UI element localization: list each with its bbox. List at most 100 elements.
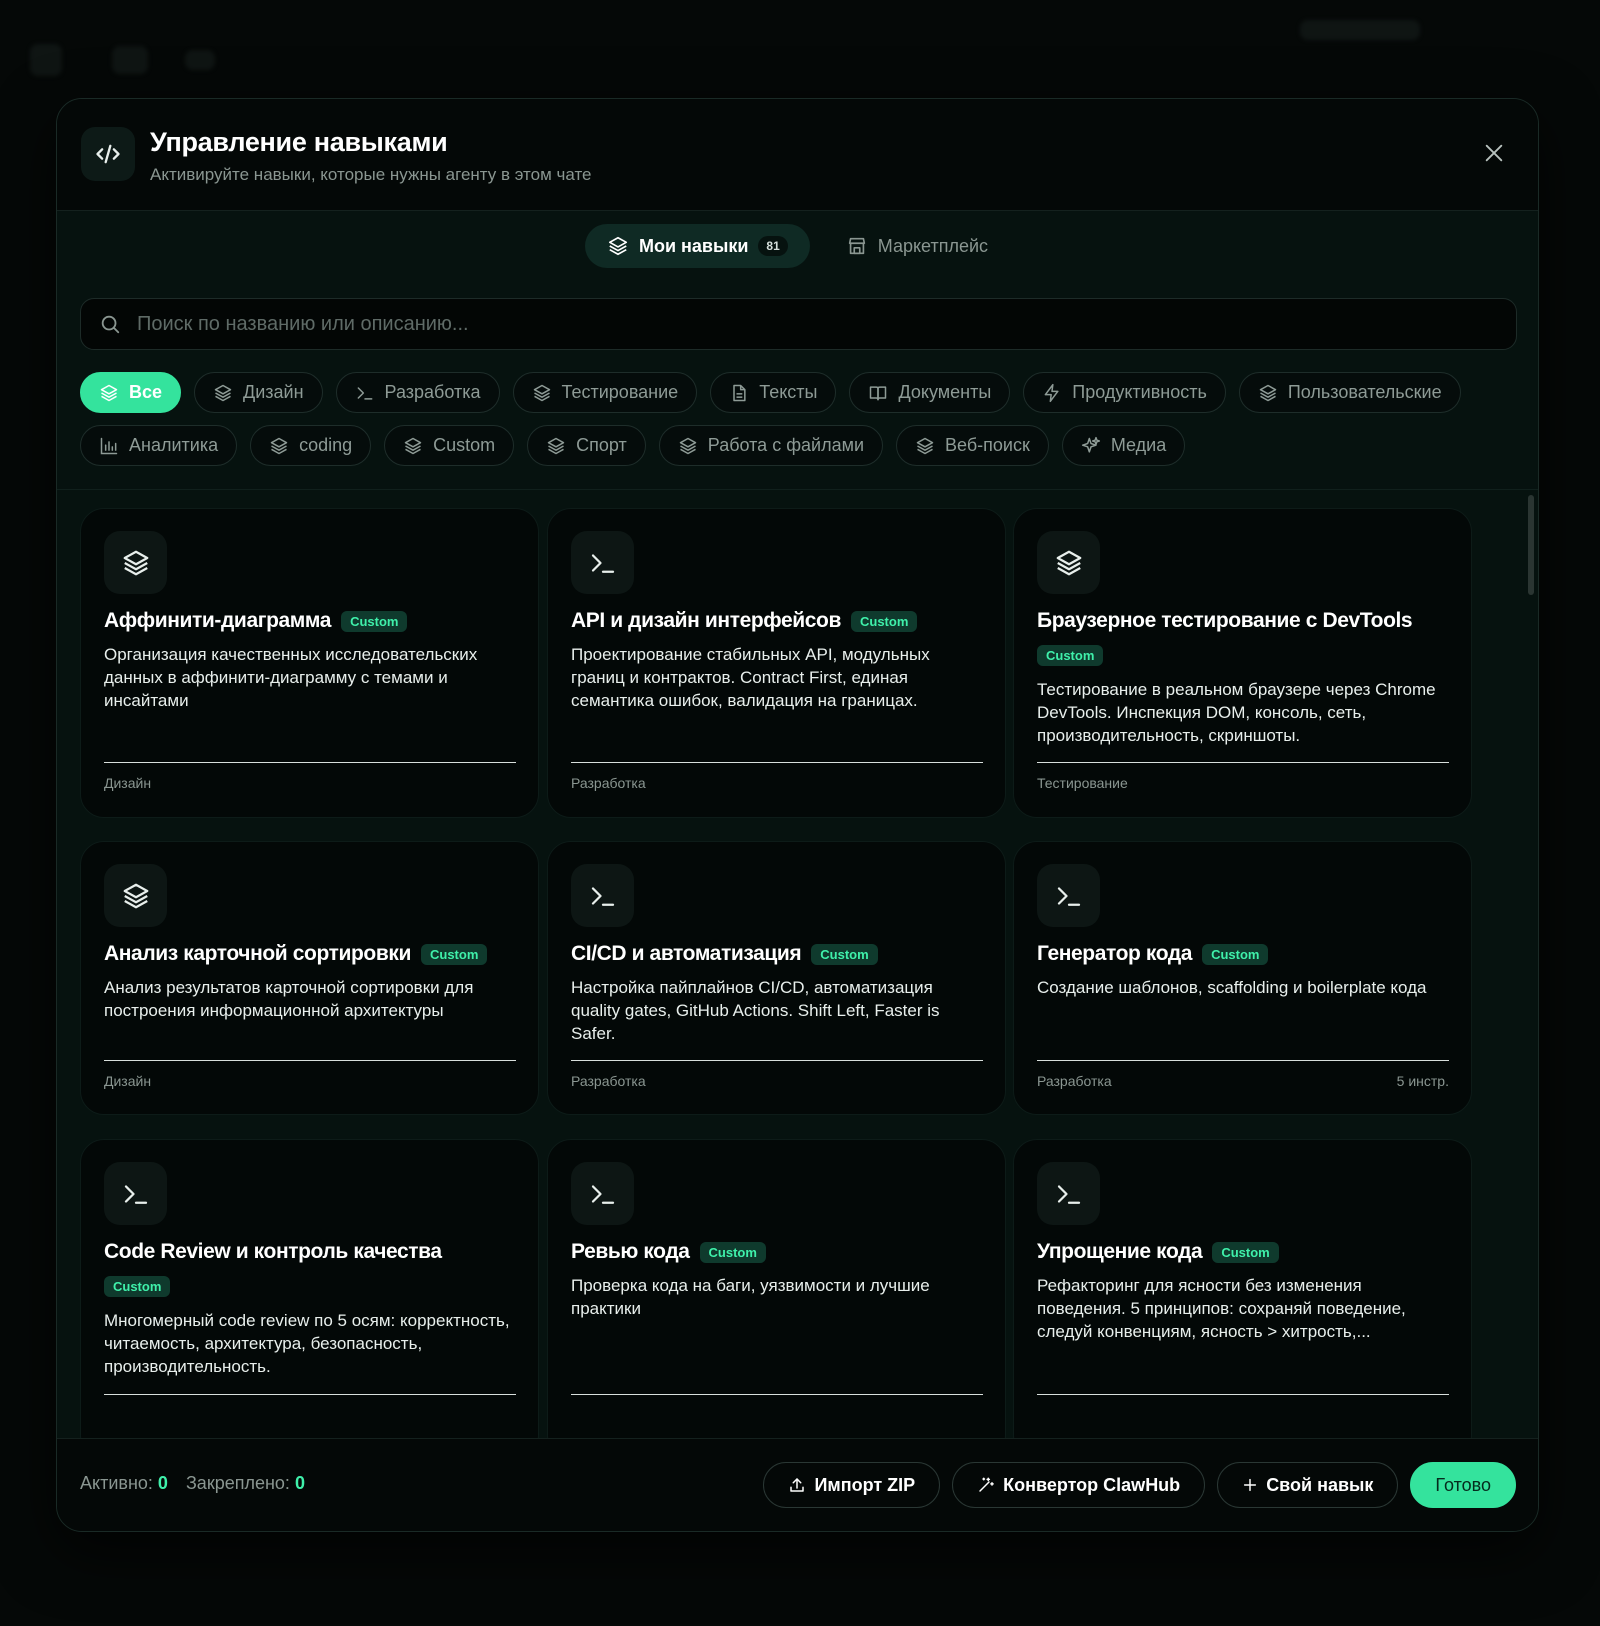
search-input[interactable] <box>137 312 1437 336</box>
clawhub-converter-button[interactable]: Конвертор ClawHub <box>952 1462 1206 1508</box>
terminal-icon <box>571 531 634 594</box>
filter-chip[interactable]: Веб-поиск <box>896 425 1049 466</box>
card-title-row: Code Review и контроль качества Custom <box>104 1240 518 1297</box>
code-icon <box>81 127 135 181</box>
custom-skill-button[interactable]: Свой навык <box>1217 1462 1399 1508</box>
filter-chip[interactable]: Работа с файлами <box>658 425 884 466</box>
skill-card[interactable]: Аффинити-диаграмма Custom Организация ка… <box>80 508 539 818</box>
filter-chip[interactable]: Все <box>80 372 182 413</box>
card-category: Дизайн <box>104 775 152 791</box>
card-footer: Разработка <box>571 775 983 791</box>
layers-icon <box>607 235 629 257</box>
filter-chip-label: Веб-поиск <box>945 435 1030 455</box>
filter-chip-label: Custom <box>433 435 496 455</box>
filter-chip[interactable]: Пользовательские <box>1238 372 1461 413</box>
background-logo <box>30 44 62 76</box>
card-description: Настройка пайплайнов CI/CD, автоматизаци… <box>571 978 940 1043</box>
custom-badge: Custom <box>341 610 408 632</box>
skill-card[interactable]: Ревью кода Custom Проверка кода на баги,… <box>547 1139 1006 1440</box>
terminal-icon <box>104 1162 167 1225</box>
filter-chip[interactable]: Продуктивность <box>1023 372 1226 413</box>
card-divider <box>1037 1394 1449 1395</box>
card-title-row: Генератор кода Custom <box>1037 942 1451 966</box>
filter-chip-label: Продуктивность <box>1072 382 1207 402</box>
custom-badge: Custom <box>1202 943 1269 965</box>
card-title: Генератор кода <box>1037 942 1193 965</box>
terminal-icon <box>1037 1162 1100 1225</box>
sparkles-icon <box>1081 436 1101 456</box>
card-title-row: Аффинити-диаграмма Custom <box>104 609 518 633</box>
card-title: Ревью кода <box>571 1240 690 1263</box>
filter-chip-label: coding <box>299 435 353 455</box>
card-tools-count: 5 инстр. <box>1396 1073 1449 1089</box>
skills-modal: Управление навыками Активируйте навыки, … <box>56 98 1539 1532</box>
layers-icon <box>532 383 552 403</box>
book-icon <box>868 383 888 403</box>
button-label: Готово <box>1435 1474 1491 1495</box>
chart-icon <box>99 436 119 456</box>
card-title: Code Review и контроль качества <box>104 1240 442 1263</box>
modal-footer: Активно: 0 Закреплено: 0 Импорт ZIP Конв… <box>57 1438 1538 1531</box>
filter-chip[interactable]: Разработка <box>335 372 500 413</box>
card-description: Проектирование стабильных API, модульных… <box>571 645 930 710</box>
layers-icon <box>403 436 423 456</box>
card-title-row: Упрощение кода Custom <box>1037 1240 1451 1264</box>
card-footer: Дизайн <box>104 775 516 791</box>
skill-card[interactable]: Браузерное тестирование с DevTools Custo… <box>1013 508 1472 818</box>
filter-chip[interactable]: Тексты <box>710 372 837 413</box>
skill-card[interactable]: CI/CD и автоматизация Custom Настройка п… <box>547 841 1006 1115</box>
terminal-icon <box>1037 864 1100 927</box>
card-title-row: Анализ карточной сортировки Custom <box>104 942 518 966</box>
skill-card[interactable]: Генератор кода Custom Создание шаблонов,… <box>1013 841 1472 1115</box>
tabs: Мои навыки 81 Маркетплейс <box>57 211 1538 281</box>
custom-badge: Custom <box>850 610 918 632</box>
filter-chip[interactable]: Документы <box>849 372 1011 413</box>
layers-icon <box>915 436 935 456</box>
card-footer: Разработка <box>571 1073 983 1089</box>
card-description: Создание шаблонов, scaffolding и boilerp… <box>1037 978 1427 997</box>
close-icon <box>1485 144 1503 162</box>
card-description: Проверка кода на баги, уязвимости и лучш… <box>571 1276 930 1318</box>
filter-chip-label: Дизайн <box>243 382 304 402</box>
skill-card[interactable]: Упрощение кода Custom Рефакторинг для яс… <box>1013 1139 1472 1440</box>
card-description: Тестирование в реальном браузере через C… <box>1037 680 1436 745</box>
card-divider <box>1037 1060 1449 1061</box>
tab-label: Мои навыки <box>638 235 749 256</box>
done-button[interactable]: Готово <box>1410 1462 1516 1508</box>
card-divider <box>571 1394 983 1395</box>
layers-icon <box>678 436 698 456</box>
tab-label: Маркетплейс <box>877 235 989 256</box>
card-category: Разработка <box>1037 1073 1112 1089</box>
card-footer: Дизайн <box>104 1073 516 1089</box>
card-title-row: API и дизайн интерфейсов Custom <box>571 609 985 633</box>
search-icon <box>99 313 121 335</box>
footer-actions: Импорт ZIP Конвертор ClawHub Свой навык … <box>763 1462 1516 1508</box>
skill-card[interactable]: Анализ карточной сортировки Custom Анали… <box>80 841 539 1115</box>
skill-card[interactable]: API и дизайн интерфейсов Custom Проектир… <box>547 508 1006 818</box>
card-title: Аффинити-диаграмма <box>104 609 332 632</box>
modal-title: Управление навыками <box>150 127 448 157</box>
filter-chip[interactable]: Дизайн <box>194 372 323 413</box>
filter-chip[interactable]: Медиа <box>1061 425 1186 466</box>
layers-icon <box>1258 383 1278 403</box>
button-label: Конвертор ClawHub <box>1003 1474 1181 1495</box>
filter-chip[interactable]: Аналитика <box>80 425 238 466</box>
scrollbar[interactable] <box>1528 495 1534 595</box>
filter-chip-label: Пользовательские <box>1287 382 1442 402</box>
skill-card[interactable]: Code Review и контроль качества Custom М… <box>80 1139 539 1440</box>
filter-chip-label: Спорт <box>576 435 627 455</box>
stats: Активно: 0 Закреплено: 0 <box>80 1473 305 1494</box>
filter-chip[interactable]: Тестирование <box>512 372 698 413</box>
tab-marketplace[interactable]: Маркетплейс <box>824 224 1010 268</box>
import-zip-button[interactable]: Импорт ZIP <box>763 1462 941 1508</box>
filter-chip[interactable]: Спорт <box>527 425 646 466</box>
filter-chip[interactable]: Custom <box>384 425 515 466</box>
filter-chip-label: Разработка <box>384 382 481 402</box>
tab-my-skills[interactable]: Мои навыки 81 <box>584 224 810 268</box>
filter-chip[interactable]: coding <box>250 425 372 466</box>
card-description: Анализ результатов карточной сортировки … <box>104 978 474 1020</box>
filter-chip-label: Все <box>129 382 163 402</box>
filter-chip-label: Тексты <box>759 382 818 402</box>
close-button[interactable] <box>1478 137 1510 169</box>
magic-wand-icon <box>977 1476 995 1494</box>
